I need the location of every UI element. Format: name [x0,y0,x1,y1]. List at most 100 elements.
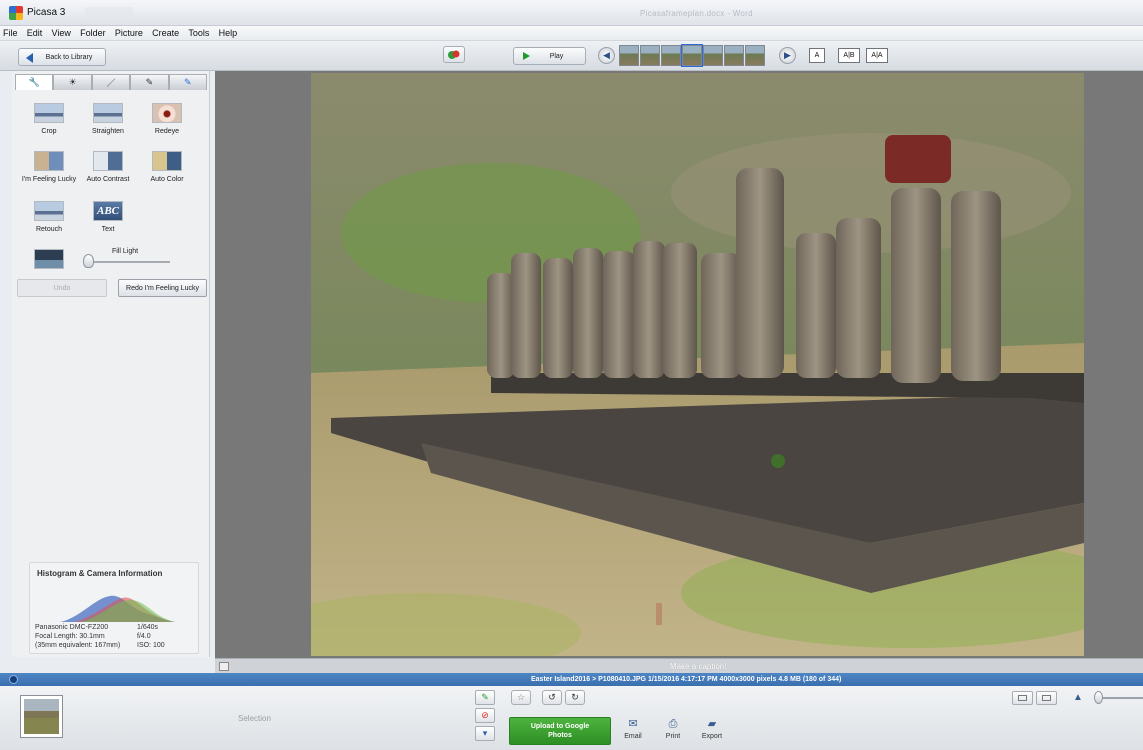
fill-light-preview [17,249,81,269]
filmstrip-thumb[interactable] [703,45,723,66]
focal-length: Focal Length: 30.1mm [35,633,105,640]
undo-button[interactable]: Undo [17,279,107,297]
tab-extra-effects[interactable]: ✎ [168,74,208,90]
retouch-label: Retouch [35,226,63,233]
info-icon[interactable] [9,675,18,684]
print-button[interactable]: ⎙ Print [658,718,688,740]
menu-view[interactable]: View [52,26,71,41]
email-label: Email [624,733,642,740]
auto-contrast-icon [93,151,123,171]
crop-button[interactable]: Crop [17,103,81,135]
tab-more-effects[interactable]: ✎ [130,74,169,90]
tag-icon [448,50,460,59]
fill-light-slider-track[interactable] [92,261,170,263]
menu-picture[interactable]: Picture [115,26,143,41]
filmstrip-thumb[interactable] [640,45,660,66]
star-icon: ☆ [516,692,526,702]
upload-google-photos-button[interactable]: Upload to Google Photos [509,717,611,745]
split-view-icon [1042,695,1051,701]
filmstrip-thumb[interactable] [745,45,765,66]
retouch-icon [34,201,64,221]
filmstrip [619,44,765,67]
rotate-left-button[interactable]: ↺ [542,690,562,705]
caption-mode-a-button[interactable]: A [809,48,825,63]
feeling-lucky-button[interactable]: I'm Feeling Lucky [17,151,81,183]
clear-icon: ⊘ [481,710,489,720]
exposure-info: 1/640s f/4.0 ISO: 100 [137,623,165,650]
email-icon: ✉ [628,718,638,730]
rotate-left-icon: ↺ [548,692,556,702]
upload-label-line2: Photos [548,732,572,739]
auto-color-icon [152,151,182,171]
print-label: Print [665,733,681,740]
menu-help[interactable]: Help [219,26,238,41]
zoom-slider-track[interactable] [1096,697,1143,699]
email-button[interactable]: ✉ Email [618,718,648,740]
filmstrip-thumb[interactable] [724,45,744,66]
text-icon: ABC [93,201,123,221]
feeling-lucky-icon [34,151,64,171]
main-photo[interactable] [311,73,1084,656]
wrench-icon: 🔧 [28,77,40,87]
retouch-button[interactable]: Retouch [17,201,81,233]
title-bar: Picasa 3 Picasaframeplan.docx - Word [0,0,1143,26]
menu-edit[interactable]: Edit [27,26,43,41]
filmstrip-thumb-selected[interactable] [681,44,703,67]
redo-button[interactable]: Redo I'm Feeling Lucky [118,279,207,297]
fill-light-slider-handle[interactable] [83,254,94,268]
tag-tool-button[interactable] [443,46,465,63]
hold-pin-button[interactable]: ✎ [475,690,495,705]
menu-create[interactable]: Create [152,26,179,41]
rotate-right-button[interactable]: ↻ [565,690,585,705]
straighten-label: Straighten [92,128,124,135]
single-view-button[interactable] [1012,691,1033,705]
back-to-library-button[interactable]: Back to Library [18,48,106,66]
split-view-button[interactable] [1036,691,1057,705]
picasa-logo-icon [9,6,23,20]
menu-folder[interactable]: Folder [80,26,106,41]
quick-access-toolbar [85,7,133,18]
tab-effects[interactable]: ／ [91,74,131,90]
tab-tuning[interactable]: ☀ [53,74,92,90]
auto-color-button[interactable]: Auto Color [135,151,199,183]
auto-contrast-button[interactable]: Auto Contrast [76,151,140,183]
zoom-slider-handle[interactable] [1094,691,1103,704]
histogram-title: Histogram & Camera Information [37,569,163,578]
next-photo-button[interactable]: ▶ [779,47,796,64]
menu-tools[interactable]: Tools [188,26,209,41]
aperture: f/4.0 [137,633,151,640]
paint-tool-icon: ✎ [145,77,154,87]
caption-mode-aa-button[interactable]: A|A [866,48,888,63]
fill-light-label: Fill Light [112,248,139,255]
crop-label: Crop [41,128,57,135]
single-view-icon [1018,695,1027,701]
selection-thumbnail[interactable] [20,695,63,738]
previous-photo-button[interactable]: ◀ [598,47,615,64]
filmstrip-thumb[interactable] [619,45,639,66]
play-slideshow-button[interactable]: Play [513,47,586,65]
edit-panel: 🔧 ☀ ／ ✎ ✎ Crop Straighten Redeye I'm Fee… [12,71,210,657]
caption-toggle-icon[interactable] [219,662,229,671]
star-button[interactable]: ☆ [511,690,531,705]
background-document-title: Picasaframeplan.docx - Word [640,9,753,18]
redeye-button[interactable]: Redeye [135,103,199,135]
export-button[interactable]: ▰ Export [697,718,727,740]
filmstrip-thumb[interactable] [661,45,681,66]
text-button[interactable]: ABC Text [76,201,140,233]
tab-basic-fixes[interactable]: 🔧 [15,74,54,90]
straighten-icon [93,103,123,123]
arrow-right-icon: ▶ [784,50,791,60]
rotate-right-icon: ↻ [571,692,579,702]
crop-icon [34,103,64,123]
add-to-album-button[interactable]: ▾ [475,726,495,741]
back-arrow-icon [26,53,33,63]
view-mode-buttons [1012,691,1057,705]
paint-tool-blue-icon: ✎ [184,77,192,87]
caption-mode-ab-button[interactable]: A|B [838,48,860,63]
menu-file[interactable]: File [3,26,18,41]
selected-photo-thumb [24,699,59,734]
fill-light-icon [34,249,64,269]
straighten-button[interactable]: Straighten [76,103,140,135]
clear-tray-button[interactable]: ⊘ [475,708,495,723]
caption-input[interactable]: Make a caption! [670,662,726,671]
